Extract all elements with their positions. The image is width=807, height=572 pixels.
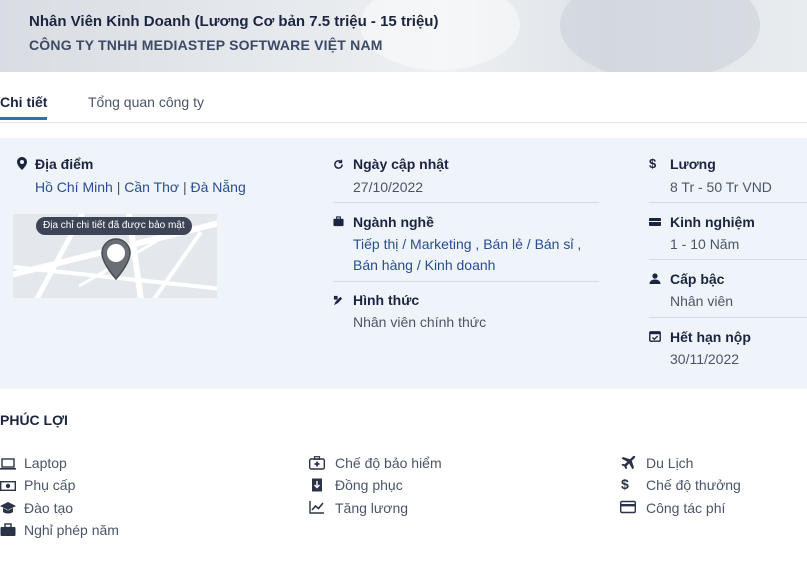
company-name[interactable]: CÔNG TY TNHH MEDIASTEP SOFTWARE VIỆT NAM	[29, 37, 383, 53]
deadline-label: Hết hạn nộp	[670, 329, 751, 345]
chart-line-icon	[309, 501, 324, 514]
city-separator: |	[179, 179, 191, 195]
city-link[interactable]: Hồ Chí Minh	[35, 179, 113, 195]
level-value: Nhân viên	[670, 293, 734, 309]
industry-label: Ngành nghề	[353, 214, 434, 230]
updated-label: Ngày cập nhật	[353, 156, 449, 172]
benefit-item: Nghỉ phép năm	[24, 522, 119, 538]
briefcase-icon	[333, 216, 344, 227]
briefcase-icon	[0, 523, 16, 536]
benefit-item: Du Lịch	[646, 455, 694, 471]
divider	[333, 202, 599, 203]
deadline-value: 30/11/2022	[670, 351, 740, 367]
work-type-label: Hình thức	[353, 292, 420, 308]
money-icon	[0, 481, 16, 492]
job-header-banner: Nhân Viên Kinh Doanh (Lương Cơ bản 7.5 t…	[0, 0, 807, 72]
experience-value: 1 - 10 Năm	[670, 236, 740, 252]
work-type-value: Nhân viên chính thức	[353, 314, 487, 330]
dollar-icon: $	[649, 156, 657, 171]
salary-label: Lương	[670, 156, 716, 172]
calendar-check-icon	[649, 331, 661, 342]
job-title: Nhân Viên Kinh Doanh (Lương Cơ bản 7.5 t…	[29, 13, 439, 30]
city-link[interactable]: Cần Thơ	[124, 179, 179, 195]
benefit-item: Chế độ bảo hiểm	[335, 455, 442, 471]
dollar-icon: $	[621, 476, 629, 492]
map-pin-icon	[17, 157, 27, 170]
industry-links-line2[interactable]: Bán hàng / Kinh doanh	[353, 257, 495, 273]
benefits-title: PHÚC LỢI	[0, 412, 68, 428]
location-cities: Hồ Chí Minh | Cần Thơ | Đà Nẵng	[35, 179, 246, 195]
medkit-icon	[309, 456, 325, 470]
benefit-item: Laptop	[24, 455, 67, 471]
benefit-item: Phụ cấp	[24, 477, 76, 493]
tab-company-overview[interactable]: Tổng quan công ty	[88, 94, 204, 110]
location-label: Địa điểm	[35, 156, 94, 172]
city-separator: |	[112, 179, 125, 195]
benefit-item: Đồng phục	[335, 477, 403, 493]
benefit-item: Đào tạo	[24, 500, 74, 516]
credit-card-icon	[620, 500, 636, 514]
banner-photo-decoration	[360, 0, 520, 70]
salary-value: 8 Tr - 50 Tr VND	[670, 179, 772, 195]
tab-details[interactable]: Chi tiết	[0, 94, 47, 110]
industry-links-line1[interactable]: Tiếp thị / Marketing , Bán lẻ / Bán sỉ ,	[353, 236, 581, 252]
banner-photo-decoration	[560, 0, 760, 72]
laptop-icon	[0, 458, 16, 470]
experience-icon	[649, 218, 661, 226]
benefit-item: Chế độ thưởng	[646, 477, 741, 493]
tab-bar: Chi tiết Tổng quan công ty	[0, 72, 807, 123]
map-marker-icon	[101, 238, 131, 280]
updated-value: 27/10/2022	[353, 179, 424, 195]
benefit-item: Công tác phí	[646, 500, 726, 516]
map-privacy-caption: Địa chỉ chi tiết đã được bảo mật	[36, 217, 192, 235]
divider	[333, 281, 599, 282]
uniform-icon	[312, 478, 322, 492]
divider	[649, 317, 807, 318]
level-label: Cấp bậc	[670, 271, 725, 287]
experience-label: Kinh nghiệm	[670, 214, 755, 230]
city-link[interactable]: Đà Nẵng	[191, 179, 246, 195]
divider	[649, 202, 807, 203]
plane-icon	[621, 455, 636, 469]
benefit-item: Tăng lương	[335, 500, 409, 516]
graduation-cap-icon	[0, 502, 16, 514]
refresh-icon	[334, 159, 343, 169]
active-tab-indicator	[0, 117, 47, 120]
work-type-icon	[333, 295, 343, 306]
user-icon	[649, 273, 661, 284]
divider	[649, 259, 807, 260]
